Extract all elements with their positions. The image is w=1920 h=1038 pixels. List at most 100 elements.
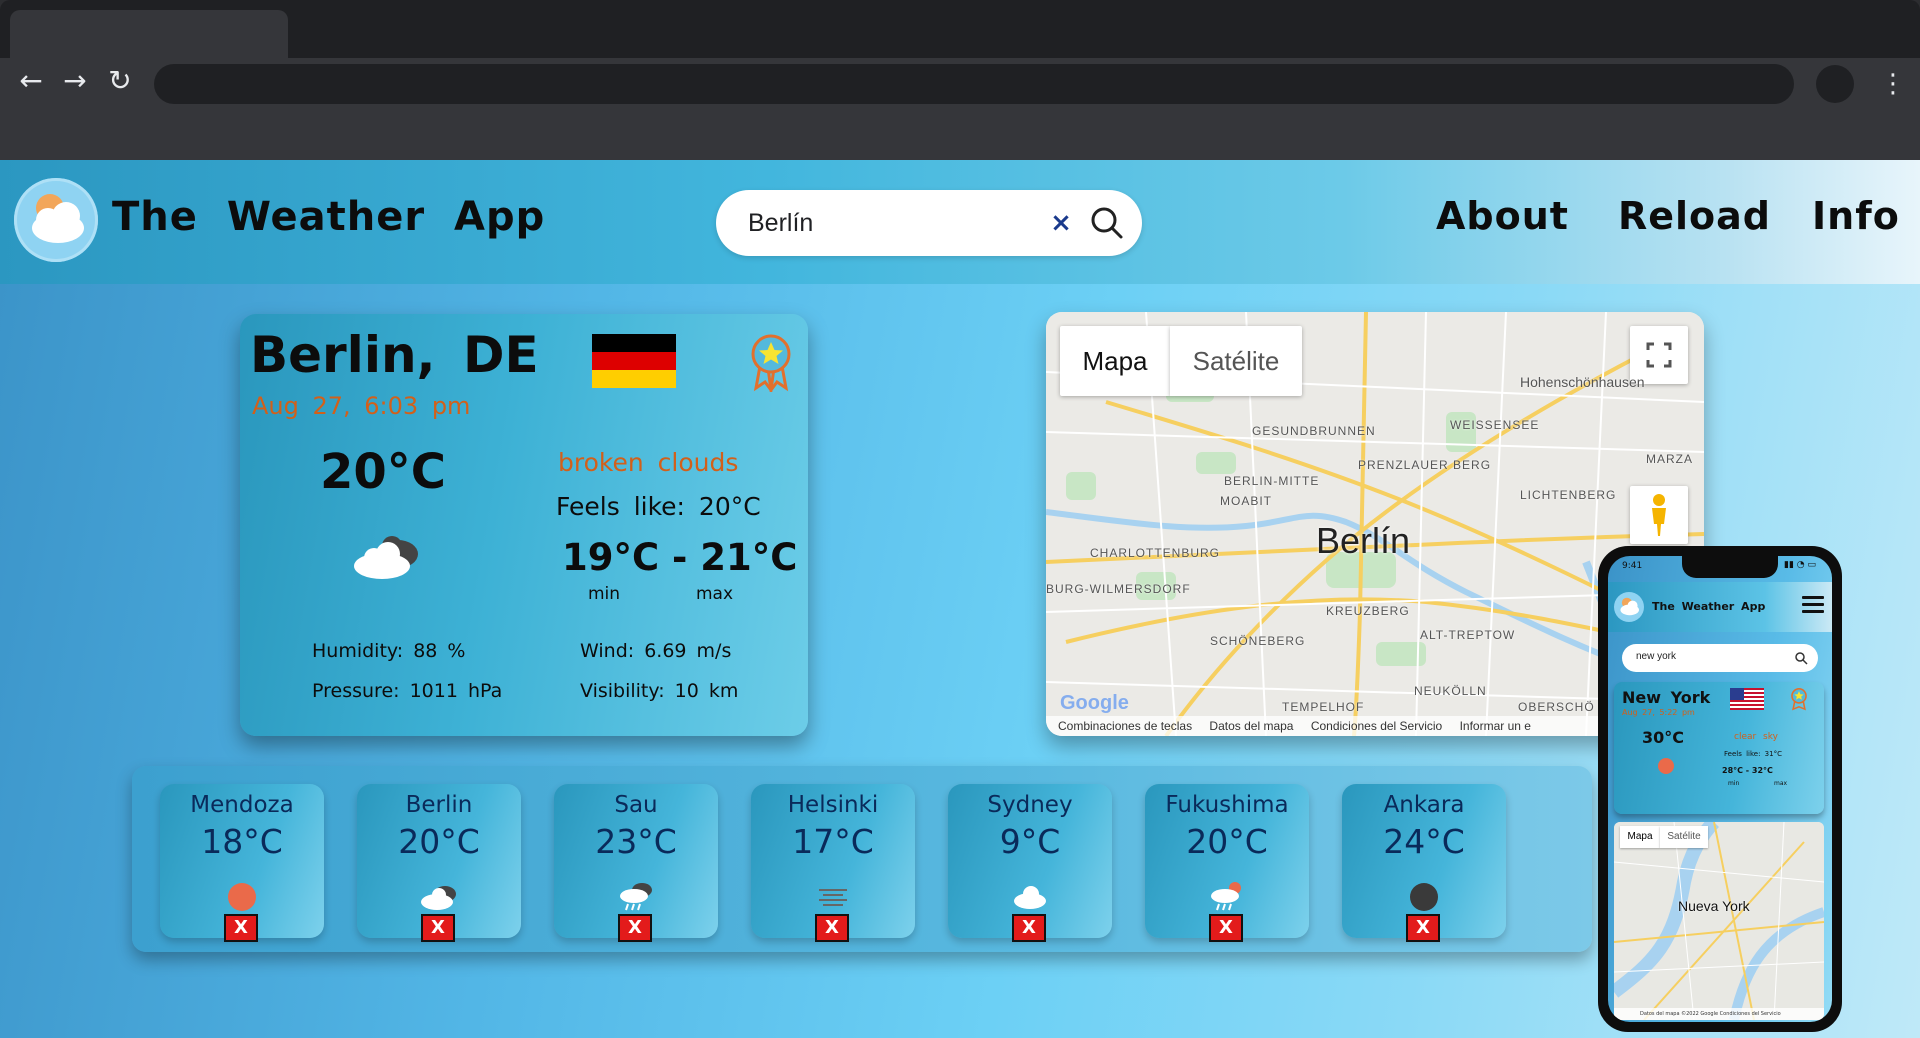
remove-city-button[interactable]: X	[1012, 914, 1046, 942]
remove-city-button[interactable]: X	[224, 914, 258, 942]
nav-reload[interactable]: Reload	[1618, 194, 1771, 238]
us-flag	[1730, 688, 1764, 710]
google-logo: Google	[1060, 692, 1129, 714]
app-logo-icon[interactable]	[14, 178, 98, 262]
saved-city-temp: 20°C	[1186, 822, 1268, 861]
favorite-badge-icon[interactable]	[748, 332, 794, 394]
map-district-label: SCHÖNEBERG	[1210, 634, 1306, 648]
saved-city-temp: 24°C	[1383, 822, 1465, 861]
saved-city-name: Berlin	[405, 792, 473, 818]
mobile-feels-like: Feels like: 31°C	[1724, 750, 1782, 758]
mobile-datetime: Aug 27, 5:22 pm	[1622, 708, 1695, 717]
remove-city-button[interactable]: X	[815, 914, 849, 942]
map-district-label: BERLIN-MITTE	[1224, 474, 1320, 488]
mobile-map-footer: Datos del mapa ©2022 Google Condiciones …	[1614, 1008, 1824, 1020]
hamburger-menu-icon[interactable]	[1802, 596, 1824, 614]
address-bar[interactable]	[154, 64, 1794, 104]
saved-city-card[interactable]: Sydney 9°C X	[948, 784, 1112, 942]
saved-city-name: Fukushima	[1165, 792, 1289, 818]
rain-icon	[616, 880, 656, 914]
max-label: max	[696, 584, 734, 604]
remove-city-button[interactable]: X	[1209, 914, 1243, 942]
map-district-label: BURG-WILMERSDORF	[1046, 582, 1191, 596]
browser-window: ← → ↻ ⋮	[0, 0, 1920, 160]
map-district-label: LICHTENBERG	[1520, 488, 1617, 502]
phone-notch	[1682, 556, 1778, 578]
min-label: min	[588, 584, 621, 604]
map-district-label: ALT-TREPTOW	[1420, 628, 1516, 642]
search-bar: ×	[716, 190, 1142, 256]
city-name: Berlin, DE	[250, 326, 539, 384]
back-icon[interactable]: ←	[14, 64, 48, 98]
mist-icon	[813, 880, 853, 914]
map-district-label: Hohenschönhausen	[1520, 374, 1645, 390]
saved-city-temp: 9°C	[999, 822, 1061, 861]
nav-info[interactable]: Info	[1812, 194, 1900, 238]
nav-about[interactable]: About	[1436, 194, 1569, 238]
mobile-screen: 9:41 ▮▮ ◔ ▭ The Weather App new york New…	[1608, 556, 1832, 1022]
wind: Wind: 6.69 m/s	[580, 640, 732, 662]
saved-city-temp: 18°C	[201, 822, 283, 861]
saved-city-name: Sydney	[987, 792, 1073, 818]
reload-icon[interactable]: ↻	[103, 64, 137, 98]
mobile-max-label: max	[1774, 780, 1788, 787]
map-data-link[interactable]: Datos del mapa	[1209, 719, 1293, 733]
report-error-link[interactable]: Informar un e	[1460, 719, 1531, 733]
cloud-icon	[1010, 880, 1050, 914]
kebab-menu-icon[interactable]: ⋮	[1880, 66, 1906, 102]
search-input[interactable]	[748, 206, 1038, 240]
min-max-temperature: 19°C - 21°C	[562, 536, 798, 579]
keyboard-shortcuts-link[interactable]: Combinaciones de teclas	[1058, 719, 1192, 733]
app-header: The Weather App × About Reload Info	[0, 160, 1920, 284]
mobile-map[interactable]: Mapa Satélite Nueva York Datos del mapa …	[1614, 822, 1824, 1020]
mobile-temperature: 30°C	[1642, 728, 1685, 747]
terms-link[interactable]: Condiciones del Servicio	[1311, 719, 1442, 733]
mobile-header: The Weather App	[1608, 582, 1832, 632]
search-icon[interactable]	[1088, 204, 1126, 242]
map-district-label: CHARLOTTENBURG	[1090, 546, 1221, 560]
mobile-satellite-tab[interactable]: Satélite	[1660, 826, 1708, 848]
phone-time: 9:41	[1622, 561, 1643, 571]
profile-avatar[interactable]	[1816, 65, 1854, 103]
humidity: Humidity: 88 %	[312, 640, 466, 662]
map-district-label: OBERSCHÖ	[1518, 700, 1595, 714]
mobile-search-input[interactable]: new york	[1636, 651, 1676, 662]
app-title[interactable]: The Weather App	[112, 194, 545, 240]
saved-city-card[interactable]: Helsinki 17°C X	[751, 784, 915, 942]
clear-search-icon[interactable]: ×	[1044, 206, 1078, 240]
saved-city-card[interactable]: Berlin 20°C X	[357, 784, 521, 942]
forward-icon[interactable]: →	[58, 64, 92, 98]
clear-sky-icon	[222, 880, 262, 914]
saved-city-temp: 20°C	[398, 822, 480, 861]
mobile-search-bar[interactable]: new york	[1622, 644, 1818, 672]
remove-city-button[interactable]: X	[421, 914, 455, 942]
saved-city-name: Ankara	[1383, 792, 1465, 818]
map-district-label: KREUZBERG	[1326, 604, 1410, 618]
map-district-label: NEUKÖLLN	[1414, 684, 1487, 698]
remove-city-button[interactable]: X	[618, 914, 652, 942]
saved-city-name: Helsinki	[787, 792, 879, 818]
saved-city-temp: 23°C	[595, 822, 677, 861]
saved-city-card[interactable]: Sau 23°C X	[554, 784, 718, 942]
country-flag	[592, 334, 676, 388]
browser-tab[interactable]	[10, 10, 288, 60]
map-view-tab[interactable]: Mapa	[1060, 326, 1170, 396]
app-logo-icon[interactable]	[1614, 592, 1644, 622]
satellite-view-tab[interactable]: Satélite	[1170, 326, 1302, 396]
feels-like: Feels like: 20°C	[556, 492, 761, 521]
saved-city-card[interactable]: Ankara 24°C X	[1342, 784, 1506, 942]
mobile-map-tab[interactable]: Mapa	[1620, 826, 1660, 848]
visibility: Visibility: 10 km	[580, 680, 739, 702]
saved-city-card[interactable]: Mendoza 18°C X	[160, 784, 324, 942]
map-district-label: MARZA	[1646, 452, 1693, 466]
saved-city-temp: 17°C	[792, 822, 874, 861]
favorite-badge-icon[interactable]	[1790, 686, 1808, 712]
mobile-city-name: New York	[1622, 688, 1711, 707]
search-icon[interactable]	[1794, 650, 1808, 665]
remove-city-button[interactable]: X	[1406, 914, 1440, 942]
current-temperature: 20°C	[320, 444, 447, 500]
saved-city-card[interactable]: Fukushima 20°C X	[1145, 784, 1309, 942]
saved-city-name: Sau	[614, 792, 658, 818]
street-view-pegman-icon[interactable]	[1630, 486, 1688, 544]
map-district-label: TEMPELHOF	[1282, 700, 1365, 714]
